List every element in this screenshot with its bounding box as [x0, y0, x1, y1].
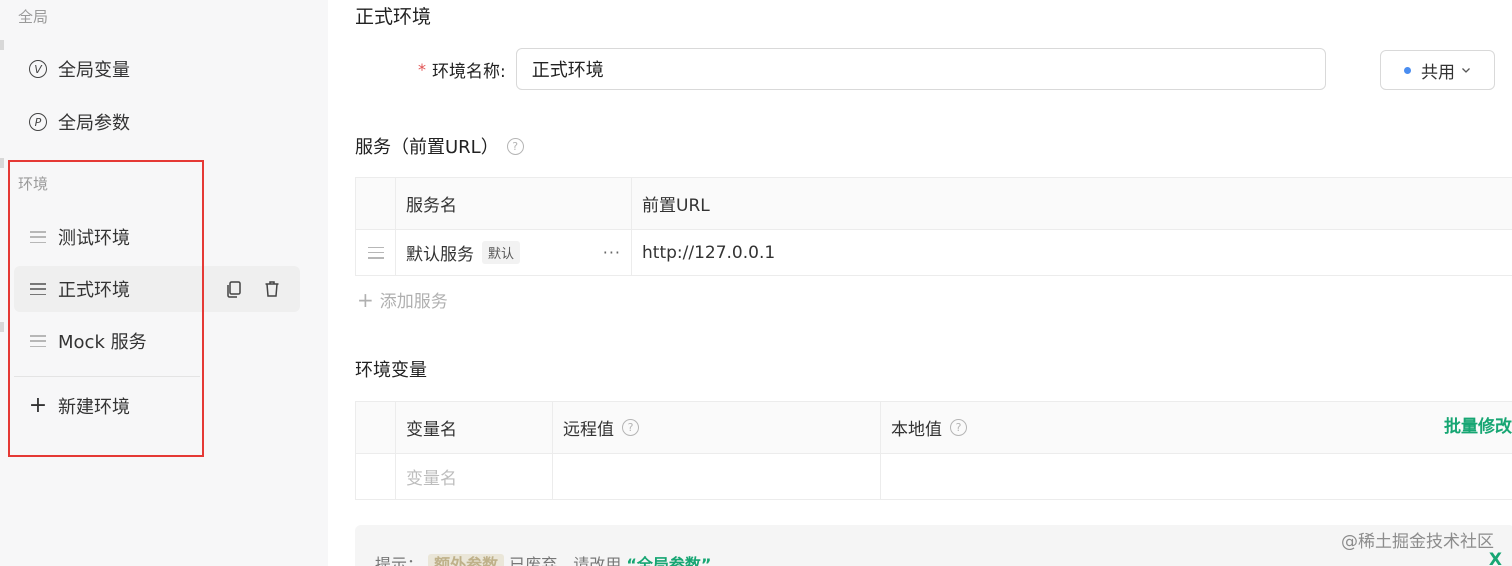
- section-label-env: 环境: [18, 175, 49, 193]
- header-cell-remote: 远程值 ?: [553, 402, 881, 453]
- new-environment-label: 新建环境: [58, 397, 130, 418]
- sidebar-item-label: 全局变量: [58, 60, 130, 81]
- row-handle-cell: [355, 454, 396, 499]
- service-name-cell[interactable]: 默认服务 默认 ···: [396, 230, 632, 275]
- sidebar-item-test-env[interactable]: 测试环境: [14, 214, 300, 260]
- new-environment-button[interactable]: + 新建环境: [14, 383, 300, 429]
- env-name-input[interactable]: [515, 48, 1326, 90]
- default-badge: 默认: [482, 241, 521, 264]
- header-cell: 前置URL: [642, 196, 710, 216]
- global-params-link[interactable]: “全局参数”: [626, 555, 711, 566]
- deprecated-chip: 额外参数: [428, 554, 505, 566]
- sidebar-item-global-params[interactable]: P 全局参数: [14, 99, 300, 145]
- header-cell-handle: [355, 178, 396, 229]
- remote-value-input[interactable]: [553, 454, 881, 499]
- services-table: 服务名 前置URL 默认服务 默认 ··· http://127.0.0.1: [355, 177, 1512, 276]
- sidebar-item-mock-service[interactable]: Mock 服务: [14, 318, 300, 364]
- copy-icon[interactable]: [224, 279, 244, 299]
- sidebar-item-label: 测试环境: [58, 228, 130, 249]
- sidebar: 全局 V 全局变量 P 全局参数 环境 测试环境 正式环境 Mock 服务 + …: [0, 0, 328, 566]
- sidebar-item-label: 全局参数: [58, 113, 130, 134]
- watermark: @稀土掘金技术社区: [1341, 532, 1494, 552]
- delete-icon[interactable]: [262, 279, 282, 299]
- main-panel: 正式环境 * 环境名称: 共用 服务（前置URL） ? 服务名 前置URL 默认…: [328, 0, 1512, 566]
- circle-p-icon: P: [28, 112, 48, 132]
- circle-v-icon: V: [28, 59, 48, 79]
- header-cell-local: 本地值 ?: [881, 402, 1512, 453]
- header-cell: 服务名: [396, 178, 632, 229]
- sidebar-item-prod-env[interactable]: 正式环境: [14, 266, 300, 312]
- edge-marker: [0, 158, 4, 168]
- table-row: 默认服务 默认 ··· http://127.0.0.1: [355, 230, 1512, 276]
- close-icon[interactable]: X: [1489, 550, 1502, 566]
- env-name-row: * 环境名称:: [418, 48, 1326, 90]
- table-row: 变量名: [355, 454, 1512, 500]
- help-icon[interactable]: ?: [622, 419, 639, 436]
- edge-marker: [0, 40, 4, 50]
- drag-handle-icon[interactable]: [28, 227, 48, 247]
- table-header: 变量名 远程值 ? 本地值 ?: [355, 402, 1512, 454]
- variables-table: 变量名 远程值 ? 本地值 ? 变量名: [355, 401, 1512, 500]
- status-dot-icon: [1404, 66, 1411, 74]
- env-name-label: 环境名称:: [432, 61, 506, 82]
- drag-handle-icon[interactable]: [28, 331, 48, 351]
- chevron-down-icon: [1462, 68, 1470, 73]
- add-service-button[interactable]: + 添加服务: [357, 287, 448, 313]
- more-icon[interactable]: ···: [603, 243, 621, 262]
- sidebar-item-global-variables[interactable]: V 全局变量: [14, 46, 300, 92]
- drag-handle-icon[interactable]: [28, 279, 48, 299]
- variables-section-title: 环境变量: [355, 360, 427, 381]
- help-icon[interactable]: ?: [506, 137, 524, 155]
- plus-icon: +: [28, 393, 48, 418]
- sidebar-item-label: 正式环境: [58, 280, 130, 301]
- plus-icon: +: [357, 287, 374, 312]
- page-title: 正式环境: [355, 6, 432, 28]
- header-cell-handle: [355, 402, 396, 453]
- local-value-input[interactable]: [881, 454, 1512, 499]
- item-actions: [224, 279, 282, 299]
- share-dropdown[interactable]: 共用: [1380, 50, 1495, 90]
- header-cell: 变量名: [396, 402, 553, 453]
- help-icon[interactable]: ?: [950, 419, 967, 436]
- table-header: 服务名 前置URL: [355, 178, 1512, 230]
- drag-handle-icon[interactable]: [355, 230, 396, 275]
- sidebar-item-label: Mock 服务: [58, 332, 147, 353]
- variable-name-input[interactable]: 变量名: [396, 454, 553, 499]
- service-url-cell[interactable]: http://127.0.0.1: [632, 230, 1512, 275]
- divider: [14, 376, 200, 377]
- services-section-title: 服务（前置URL） ?: [355, 133, 524, 159]
- batch-edit-button[interactable]: 批量修改: [1444, 412, 1512, 437]
- section-label-global: 全局: [18, 8, 49, 26]
- tip-banner: 提示： 额外参数 已废弃，请改用 “全局参数”: [355, 525, 1512, 566]
- required-mark: *: [418, 59, 426, 79]
- edge-marker: [0, 322, 4, 332]
- share-label: 共用: [1421, 62, 1455, 83]
